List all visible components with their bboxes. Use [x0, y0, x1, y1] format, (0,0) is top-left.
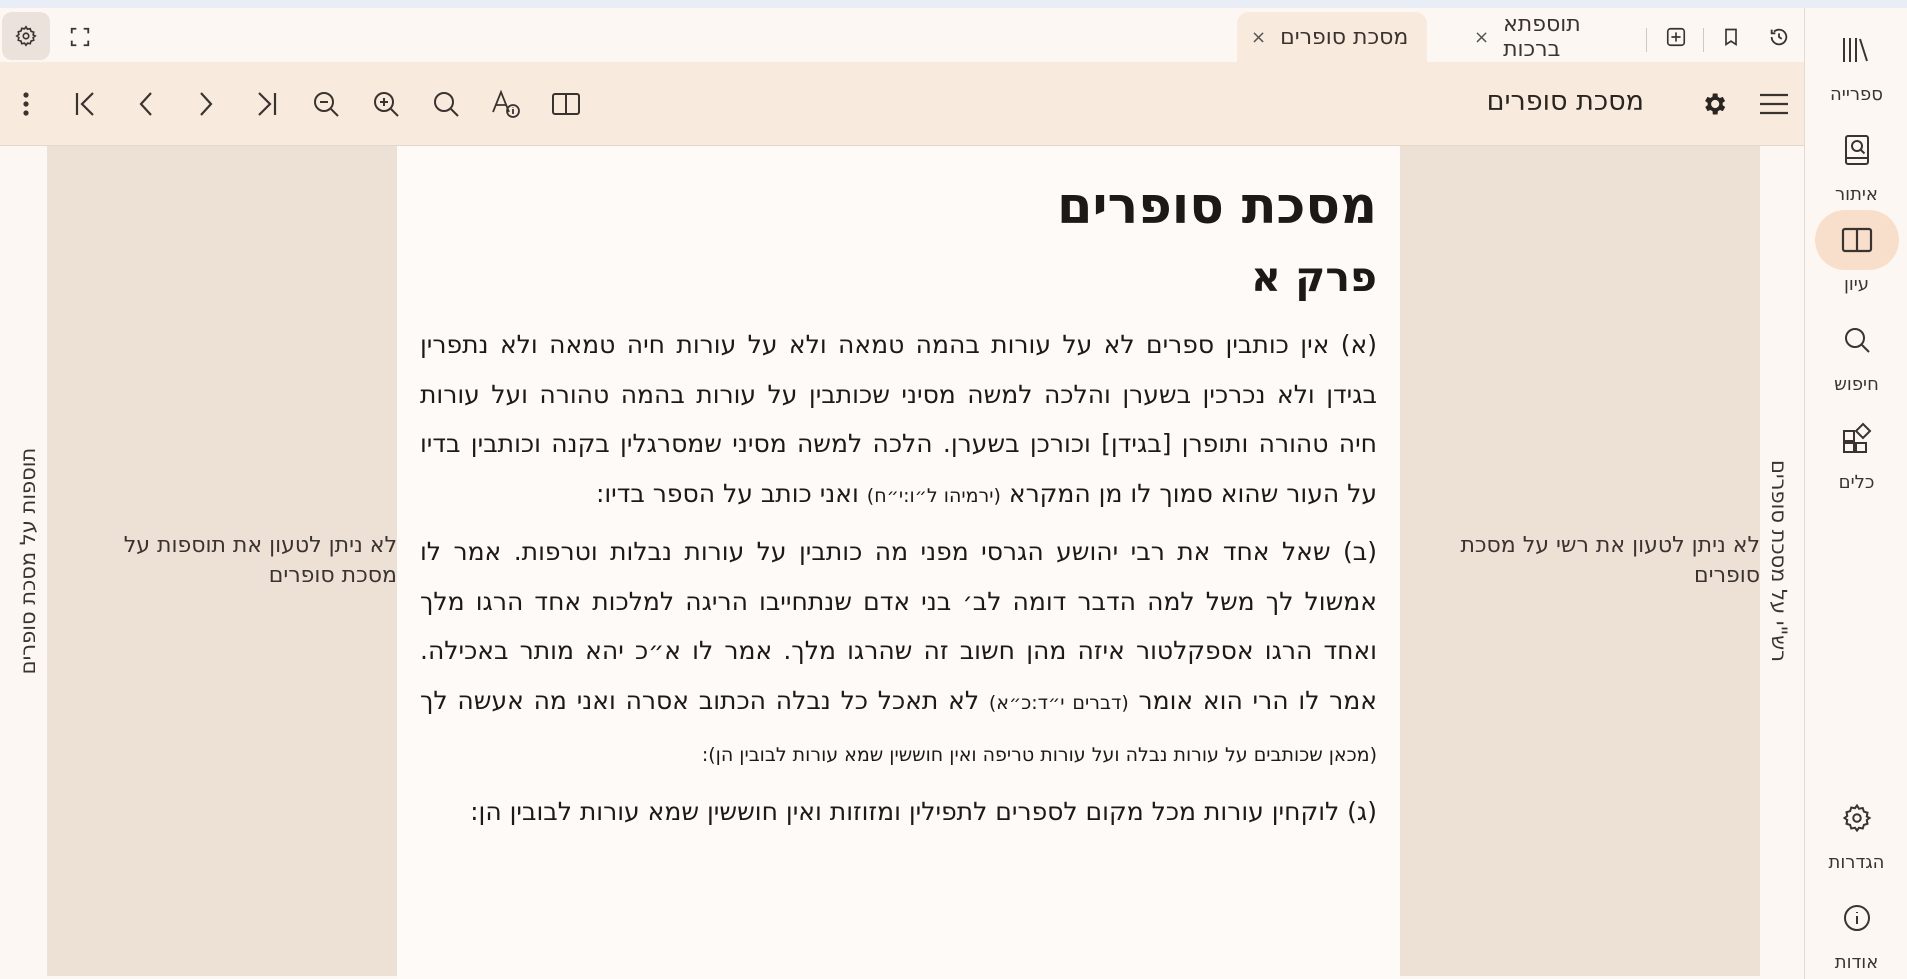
- search-in-book-button[interactable]: [426, 84, 466, 124]
- commentary-right-label[interactable]: רש"י על מסכת סופרים: [1767, 460, 1791, 662]
- info-icon: [1843, 905, 1870, 931]
- gear-icon: [15, 25, 37, 47]
- bookmark-button[interactable]: [1716, 22, 1746, 52]
- window-top-strip: [0, 0, 1907, 8]
- nav-find[interactable]: איתור: [1805, 120, 1907, 205]
- more-options-button[interactable]: [6, 84, 46, 124]
- page-title: מסכת סופרים: [1057, 177, 1377, 236]
- zoom-out-icon: [314, 92, 339, 117]
- chevron-right-icon: [200, 92, 213, 116]
- last-page-button[interactable]: [246, 84, 286, 124]
- open-book-icon: [1841, 227, 1872, 253]
- search-icon: [1844, 328, 1870, 353]
- zoom-in-icon: [374, 92, 399, 117]
- commentary-left-message: לא ניתן לטעון את תוספות על מסכת סופרים: [123, 533, 397, 588]
- tab-label: תוספתא ברכות: [1503, 12, 1581, 62]
- commentary-left-label[interactable]: תוספות על מסכת סופרים: [16, 448, 40, 675]
- zoom-out-button[interactable]: [306, 84, 346, 124]
- first-page-button[interactable]: [66, 84, 106, 124]
- font-info-icon: [492, 89, 520, 118]
- menu-icon: [1760, 93, 1788, 115]
- font-info-button[interactable]: [486, 84, 526, 124]
- bookmark-icon: [1725, 28, 1737, 47]
- book-settings-button[interactable]: [1694, 84, 1734, 124]
- widgets-icon: [1842, 422, 1871, 453]
- book-search-icon: [1844, 135, 1869, 165]
- history-button[interactable]: [1764, 22, 1794, 52]
- reader-toolbar: מסכת סופרים: [0, 62, 1804, 146]
- previous-page-button[interactable]: [126, 84, 166, 124]
- gear-icon: [1705, 93, 1726, 115]
- gear-icon: [1842, 803, 1871, 833]
- close-icon[interactable]: ×: [1251, 27, 1266, 48]
- divider: [1646, 28, 1647, 52]
- commentary-right-message: לא ניתן לטעון את רשי על מסכת סופרים: [1460, 533, 1760, 588]
- paragraph: (ב) שאל אחד את רבי יהושע הגרסי מפני מה כ…: [420, 537, 1377, 766]
- navigation-rail: ספרייה איתור עיון חיפוש כלים הגדרות אודו…: [1804, 8, 1907, 979]
- split-view-button[interactable]: [546, 84, 586, 124]
- fullscreen-icon: [70, 27, 90, 47]
- reader-content: תוספות על מסכת סופרים לא ניתן לטעון את ת…: [0, 146, 1804, 979]
- nav-library[interactable]: ספרייה: [1805, 20, 1907, 105]
- close-icon[interactable]: ×: [1474, 27, 1489, 48]
- next-page-button[interactable]: [186, 84, 226, 124]
- nav-tools[interactable]: כלים: [1805, 408, 1907, 493]
- first-page-icon: [75, 92, 94, 116]
- fullscreen-button[interactable]: [65, 22, 95, 52]
- main-text-pane: מסכת סופרים פרק א (א) אין כותבין ספרים ל…: [397, 146, 1400, 979]
- commentary-pane-right: לא ניתן לטעון את רשי על מסכת סופרים: [1400, 146, 1760, 976]
- nav-study[interactable]: עיון: [1805, 210, 1907, 295]
- new-tab-button[interactable]: [1661, 22, 1691, 52]
- split-view-icon: [552, 93, 580, 115]
- commentary-pane-left: לא ניתן לטעון את תוספות על מסכת סופרים: [47, 146, 397, 976]
- search-icon: [434, 92, 459, 117]
- library-icon: [1842, 38, 1868, 62]
- nav-settings[interactable]: הגדרות: [1805, 788, 1907, 873]
- paragraph: (ג) לוקחין עורות מכל מקום לספרים לתפילין…: [470, 796, 1377, 826]
- chapter-heading: פרק א: [1251, 253, 1377, 301]
- history-icon: [1770, 28, 1788, 46]
- divider: [1703, 28, 1704, 52]
- app-settings-button[interactable]: [2, 12, 50, 60]
- more-vert-icon: [23, 92, 29, 116]
- book-title: מסכת סופרים: [1486, 86, 1644, 117]
- paragraph: (א) אין כותבין ספרים לא על עורות בהמה טמ…: [420, 330, 1377, 508]
- nav-search[interactable]: חיפוש: [1805, 310, 1907, 395]
- zoom-in-button[interactable]: [366, 84, 406, 124]
- nav-about[interactable]: אודות: [1805, 888, 1907, 973]
- tab-bar: × מסכת סופרים × תוספתא ברכות: [0, 8, 1804, 62]
- tab-label: מסכת סופרים: [1280, 24, 1409, 50]
- last-page-icon: [258, 92, 277, 116]
- chevron-left-icon: [139, 92, 152, 116]
- add-tab-icon: [1666, 27, 1686, 47]
- table-of-contents-button[interactable]: [1754, 84, 1794, 124]
- tab-tosefta-brachot[interactable]: × תוספתא ברכות: [1460, 12, 1640, 62]
- tab-masechet-sofrim[interactable]: × מסכת סופרים: [1237, 12, 1427, 62]
